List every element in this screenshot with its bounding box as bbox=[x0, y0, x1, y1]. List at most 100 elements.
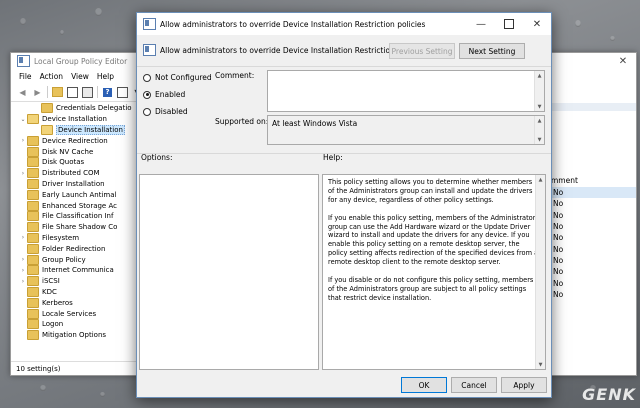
scroll-down-icon[interactable]: ▼ bbox=[535, 102, 544, 111]
tree-node-label: File Classification Inf bbox=[42, 212, 114, 221]
close-icon[interactable]: ✕ bbox=[613, 53, 633, 69]
chevron-right-icon[interactable]: › bbox=[19, 278, 27, 285]
policy-icon bbox=[143, 18, 156, 30]
list-item[interactable]: No bbox=[541, 277, 636, 288]
previous-setting-button[interactable]: Previous Setting bbox=[389, 43, 455, 59]
raindrop bbox=[575, 20, 581, 27]
tree-node-label: Device Installation bbox=[56, 124, 125, 135]
toolbar-separator bbox=[47, 86, 48, 98]
chevron-down-icon[interactable]: ⌄ bbox=[19, 116, 27, 123]
forward-arrow-icon[interactable]: ▶ bbox=[32, 87, 43, 98]
policy-settings-dialog: Allow administrators to override Device … bbox=[136, 12, 552, 398]
cancel-button[interactable]: Cancel bbox=[451, 377, 497, 393]
tree-node-label: Group Policy bbox=[42, 255, 86, 264]
chevron-right-icon[interactable]: › bbox=[19, 234, 27, 241]
list-item[interactable]: No bbox=[541, 243, 636, 254]
back-arrow-icon[interactable]: ◀ bbox=[17, 87, 28, 98]
comment-cell: No bbox=[553, 244, 564, 254]
supported-on-field: At least Windows Vista ▲ ▼ bbox=[267, 115, 545, 145]
tree-node-label: Locale Services bbox=[42, 309, 97, 318]
list-item[interactable]: No bbox=[541, 232, 636, 243]
menu-help[interactable]: Help bbox=[97, 72, 114, 81]
minimize-icon[interactable]: — bbox=[467, 13, 495, 35]
comment-textarea[interactable]: ▲ ▼ bbox=[267, 70, 545, 112]
folder-icon bbox=[27, 276, 39, 287]
menu-file[interactable]: File bbox=[19, 72, 32, 81]
gpe-title: Local Group Policy Editor bbox=[34, 56, 128, 66]
folder-icon bbox=[27, 222, 39, 233]
list-item[interactable]: No bbox=[541, 266, 636, 277]
header-divider bbox=[137, 66, 551, 67]
tree-node-label: Internet Communica bbox=[42, 266, 114, 275]
folder-icon bbox=[27, 178, 39, 189]
apply-button[interactable]: Apply bbox=[501, 377, 547, 393]
options-label: Options: bbox=[141, 153, 173, 162]
list-item[interactable]: No bbox=[541, 221, 636, 232]
chevron-right-icon[interactable]: › bbox=[19, 267, 27, 274]
help-paragraph: This policy setting allows you to determ… bbox=[328, 178, 533, 204]
help-text: This policy setting allows you to determ… bbox=[328, 178, 540, 312]
scroll-up-icon[interactable]: ▲ bbox=[535, 116, 544, 125]
folder-icon bbox=[27, 319, 39, 330]
comment-cell: No bbox=[553, 278, 564, 288]
radio-not-configured[interactable]: Not Configured bbox=[143, 73, 212, 82]
tree-node-label: Distributed COM bbox=[42, 169, 100, 178]
export-list-icon[interactable] bbox=[82, 86, 93, 98]
comment-cell: No bbox=[553, 210, 564, 220]
tree-node-label: Mitigation Options bbox=[42, 331, 107, 340]
tree-node-label: Folder Redirection bbox=[42, 244, 106, 253]
chevron-right-icon[interactable]: › bbox=[19, 137, 27, 144]
close-icon[interactable]: ✕ bbox=[523, 13, 551, 35]
settings-count: 10 setting(s) bbox=[16, 364, 61, 373]
tree-node-label: Driver Installation bbox=[42, 179, 105, 188]
tree-node-label: iSCSI bbox=[42, 277, 60, 286]
help-icon[interactable]: ? bbox=[102, 87, 113, 98]
raindrop bbox=[60, 30, 64, 35]
scroll-up-icon[interactable]: ▲ bbox=[536, 175, 545, 184]
radio-circle[interactable] bbox=[143, 107, 151, 116]
dialog-title-bar[interactable]: Allow administrators to override Device … bbox=[137, 13, 551, 35]
comment-cell: No bbox=[553, 233, 564, 243]
tree-node-label: Early Launch Antimal bbox=[42, 190, 117, 199]
comment-cell: No bbox=[553, 255, 564, 265]
tree-node-label: Device Installation bbox=[42, 115, 107, 124]
scroll-down-icon[interactable]: ▼ bbox=[536, 360, 545, 369]
list-item[interactable]: No bbox=[541, 210, 636, 221]
folder-icon bbox=[27, 265, 39, 276]
menu-action[interactable]: Action bbox=[40, 72, 64, 81]
radio-circle[interactable] bbox=[143, 90, 151, 99]
settings-list: No No No No No No No No No No bbox=[541, 187, 636, 300]
folder-icon bbox=[27, 211, 39, 222]
supported-scrollbar[interactable]: ▲ ▼ bbox=[534, 116, 544, 144]
list-item[interactable]: No bbox=[541, 289, 636, 300]
comment-column-header[interactable]: mment bbox=[541, 174, 636, 186]
show-hide-tree-icon[interactable] bbox=[67, 86, 78, 98]
help-scrollbar[interactable]: ▲ ▼ bbox=[535, 175, 545, 369]
properties-icon[interactable] bbox=[117, 86, 128, 98]
scroll-up-icon[interactable]: ▲ bbox=[535, 71, 544, 80]
radio-disabled[interactable]: Disabled bbox=[143, 107, 188, 116]
folder-icon bbox=[27, 168, 39, 179]
dialog-title: Allow administrators to override Device … bbox=[160, 19, 426, 29]
app-icon bbox=[17, 55, 30, 67]
maximize-icon[interactable] bbox=[495, 13, 523, 35]
scroll-down-icon[interactable]: ▼ bbox=[535, 135, 544, 144]
folder-icon bbox=[27, 114, 39, 125]
help-paragraph: If you enable this policy setting, membe… bbox=[328, 213, 539, 267]
radio-enabled[interactable]: Enabled bbox=[143, 90, 185, 99]
comment-scrollbar[interactable]: ▲ ▼ bbox=[534, 71, 544, 111]
list-item[interactable]: No bbox=[541, 255, 636, 266]
chevron-right-icon[interactable]: › bbox=[19, 256, 27, 263]
menu-view[interactable]: View bbox=[71, 72, 89, 81]
chevron-right-icon[interactable]: › bbox=[19, 170, 27, 177]
tree-node-label: File Share Shadow Co bbox=[42, 223, 118, 232]
list-item[interactable]: No bbox=[541, 187, 636, 199]
list-item[interactable]: No bbox=[541, 198, 636, 209]
folder-icon bbox=[27, 135, 39, 146]
ok-button[interactable]: OK bbox=[401, 377, 447, 393]
radio-label: Not Configured bbox=[155, 73, 212, 82]
folder-up-icon[interactable] bbox=[52, 87, 63, 98]
next-setting-button[interactable]: Next Setting bbox=[459, 43, 525, 59]
radio-circle[interactable] bbox=[143, 73, 151, 82]
tree-node-label: Kerberos bbox=[42, 298, 73, 307]
